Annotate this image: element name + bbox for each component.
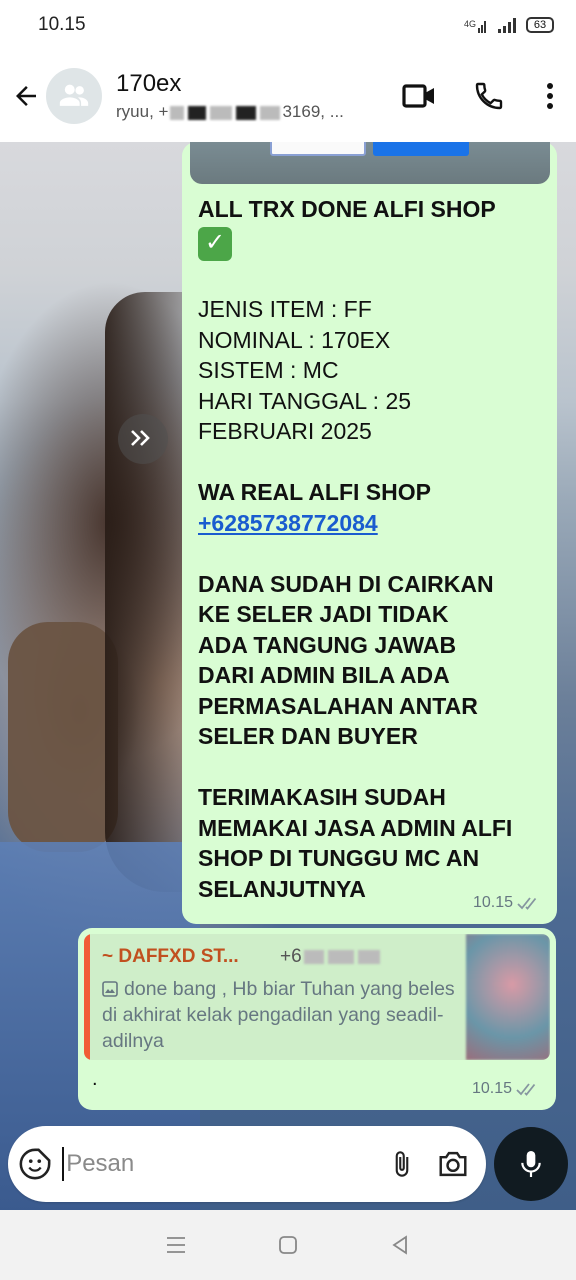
phone-link[interactable]: +6285738772084 bbox=[198, 508, 548, 539]
quote-author: ~ DAFFXD ST... bbox=[102, 946, 239, 967]
svg-text:4G: 4G bbox=[464, 19, 476, 29]
mic-icon bbox=[521, 1151, 541, 1177]
preview-element bbox=[373, 142, 469, 156]
status-time: 10.15 bbox=[38, 14, 86, 35]
voice-call-button[interactable] bbox=[454, 66, 524, 126]
quote-phone: +6 bbox=[280, 946, 382, 968]
group-avatar-icon bbox=[59, 84, 89, 106]
quote-text-block: done bang , Hb biar Tuhan yang beles di … bbox=[102, 976, 460, 1054]
message-line: DANA SUDAH DI CAIRKAN bbox=[198, 570, 494, 597]
message-line: ALL TRX DONE ALFI SHOP bbox=[198, 196, 496, 222]
message-line bbox=[198, 538, 548, 569]
recent-apps-button[interactable] bbox=[151, 1220, 201, 1270]
redacted-block bbox=[170, 105, 185, 120]
sticker-button[interactable] bbox=[8, 1126, 62, 1202]
preview-element bbox=[270, 142, 366, 156]
more-vert-icon bbox=[547, 83, 553, 109]
menu-icon bbox=[167, 1237, 185, 1253]
redacted-block bbox=[357, 949, 380, 964]
message-input[interactable] bbox=[62, 1147, 377, 1181]
home-icon bbox=[279, 1236, 297, 1254]
forward-icon bbox=[131, 430, 150, 446]
chat-area[interactable]: ALL TRX DONE ALFI SHOP ✓ JENIS ITEM : FF… bbox=[0, 142, 576, 1210]
signal-icon bbox=[498, 18, 516, 33]
redacted-block bbox=[260, 105, 281, 120]
message-time: 10.15 bbox=[472, 894, 513, 911]
subtitle-end: 3169, ... bbox=[282, 102, 344, 121]
paperclip-icon bbox=[395, 1151, 408, 1177]
subtitle-start: ryuu, + bbox=[116, 102, 169, 121]
message-line bbox=[198, 264, 548, 295]
camera-button[interactable] bbox=[427, 1126, 478, 1202]
message-line: SHOP DI TUNGGU MC AN bbox=[198, 845, 480, 871]
back-icon bbox=[392, 1235, 407, 1255]
group-avatar[interactable] bbox=[46, 68, 102, 124]
redacted-block bbox=[188, 105, 207, 120]
message-text: ALL TRX DONE ALFI SHOP ✓ JENIS ITEM : FF… bbox=[198, 194, 548, 904]
image-preview[interactable] bbox=[190, 142, 550, 184]
message-meta: 10.15 bbox=[472, 1080, 542, 1098]
video-call-button[interactable] bbox=[384, 66, 454, 126]
reply-text: . bbox=[92, 1068, 98, 1090]
chat-header: 170ex ryuu, + 3169, ... bbox=[0, 50, 576, 142]
message-line: FEBRUARI 2025 bbox=[198, 418, 372, 444]
check-mark-icon: ✓ bbox=[198, 226, 232, 261]
nav-back-button[interactable] bbox=[375, 1220, 425, 1270]
message-line: KE SELER JADI TIDAK bbox=[198, 601, 449, 627]
quote-phone-prefix: +6 bbox=[280, 946, 302, 967]
message-time: 10.15 bbox=[471, 1080, 512, 1097]
message-line: NOMINAL : 170EX bbox=[198, 326, 391, 353]
message-line: ADA TANGUNG JAWAB bbox=[198, 631, 457, 658]
header-actions bbox=[384, 66, 576, 126]
message-meta: 10.15 bbox=[473, 894, 543, 912]
quoted-message[interactable]: ~ DAFFXD ST... +6 done bang , Hb biar Tu… bbox=[84, 934, 550, 1060]
back-arrow-icon bbox=[16, 86, 36, 106]
message-line: SISTEM : MC bbox=[198, 357, 339, 383]
double-check-icon bbox=[517, 897, 537, 910]
redacted-block bbox=[236, 105, 257, 120]
status-icons: 4G 63 bbox=[464, 16, 554, 34]
redacted-block bbox=[303, 949, 324, 964]
message-line: TERIMAKASIH SUDAH bbox=[198, 784, 446, 810]
image-icon bbox=[102, 981, 118, 997]
forward-button[interactable] bbox=[118, 414, 168, 464]
message-bubble[interactable]: ~ DAFFXD ST... +6 done bang , Hb biar Tu… bbox=[78, 928, 556, 1110]
message-line: DARI ADMIN BILA ADA bbox=[198, 662, 450, 688]
home-button[interactable] bbox=[263, 1220, 313, 1270]
quote-text: done bang , Hb biar Tuhan yang beles di … bbox=[102, 978, 455, 1052]
video-call-icon bbox=[402, 84, 434, 108]
message-bubble[interactable]: ALL TRX DONE ALFI SHOP ✓ JENIS ITEM : FF… bbox=[182, 142, 557, 924]
chat-subtitle: ryuu, + 3169, ... bbox=[116, 102, 366, 122]
voice-call-icon bbox=[475, 82, 503, 110]
back-button[interactable] bbox=[0, 50, 52, 142]
status-bar: 10.15 4G 63 bbox=[0, 0, 576, 50]
message-line: PERMASALAHAN ANTAR bbox=[198, 692, 478, 719]
composer bbox=[8, 1126, 486, 1202]
network-icon: 4G bbox=[464, 19, 486, 33]
redacted-block bbox=[327, 949, 354, 964]
sticker-icon bbox=[19, 1148, 51, 1180]
system-nav-bar bbox=[0, 1210, 576, 1280]
attach-button[interactable] bbox=[376, 1126, 427, 1202]
wallpaper-headrest bbox=[8, 622, 118, 852]
check-emoji-line: ✓ bbox=[198, 225, 548, 261]
voice-message-button[interactable] bbox=[494, 1127, 568, 1201]
message-line: WA REAL ALFI SHOP bbox=[198, 479, 431, 505]
quote-accent-bar bbox=[84, 934, 90, 1060]
message-line: JENIS ITEM : FF bbox=[198, 296, 372, 322]
message-line bbox=[198, 752, 548, 783]
message-line bbox=[198, 447, 548, 478]
redacted-block bbox=[210, 105, 233, 120]
camera-icon bbox=[439, 1151, 467, 1177]
chat-title-block[interactable]: 170ex ryuu, + 3169, ... bbox=[116, 70, 366, 122]
more-options-button[interactable] bbox=[524, 66, 576, 126]
message-line: SELER DAN BUYER bbox=[198, 723, 418, 749]
quote-thumbnail bbox=[466, 934, 550, 1060]
chat-title: 170ex bbox=[116, 70, 182, 97]
battery-icon: 63 bbox=[526, 17, 554, 33]
message-line: HARI TANGGAL : 25 bbox=[198, 387, 412, 414]
double-check-icon bbox=[516, 1083, 536, 1096]
message-line: MEMAKAI JASA ADMIN ALFI bbox=[198, 814, 513, 841]
